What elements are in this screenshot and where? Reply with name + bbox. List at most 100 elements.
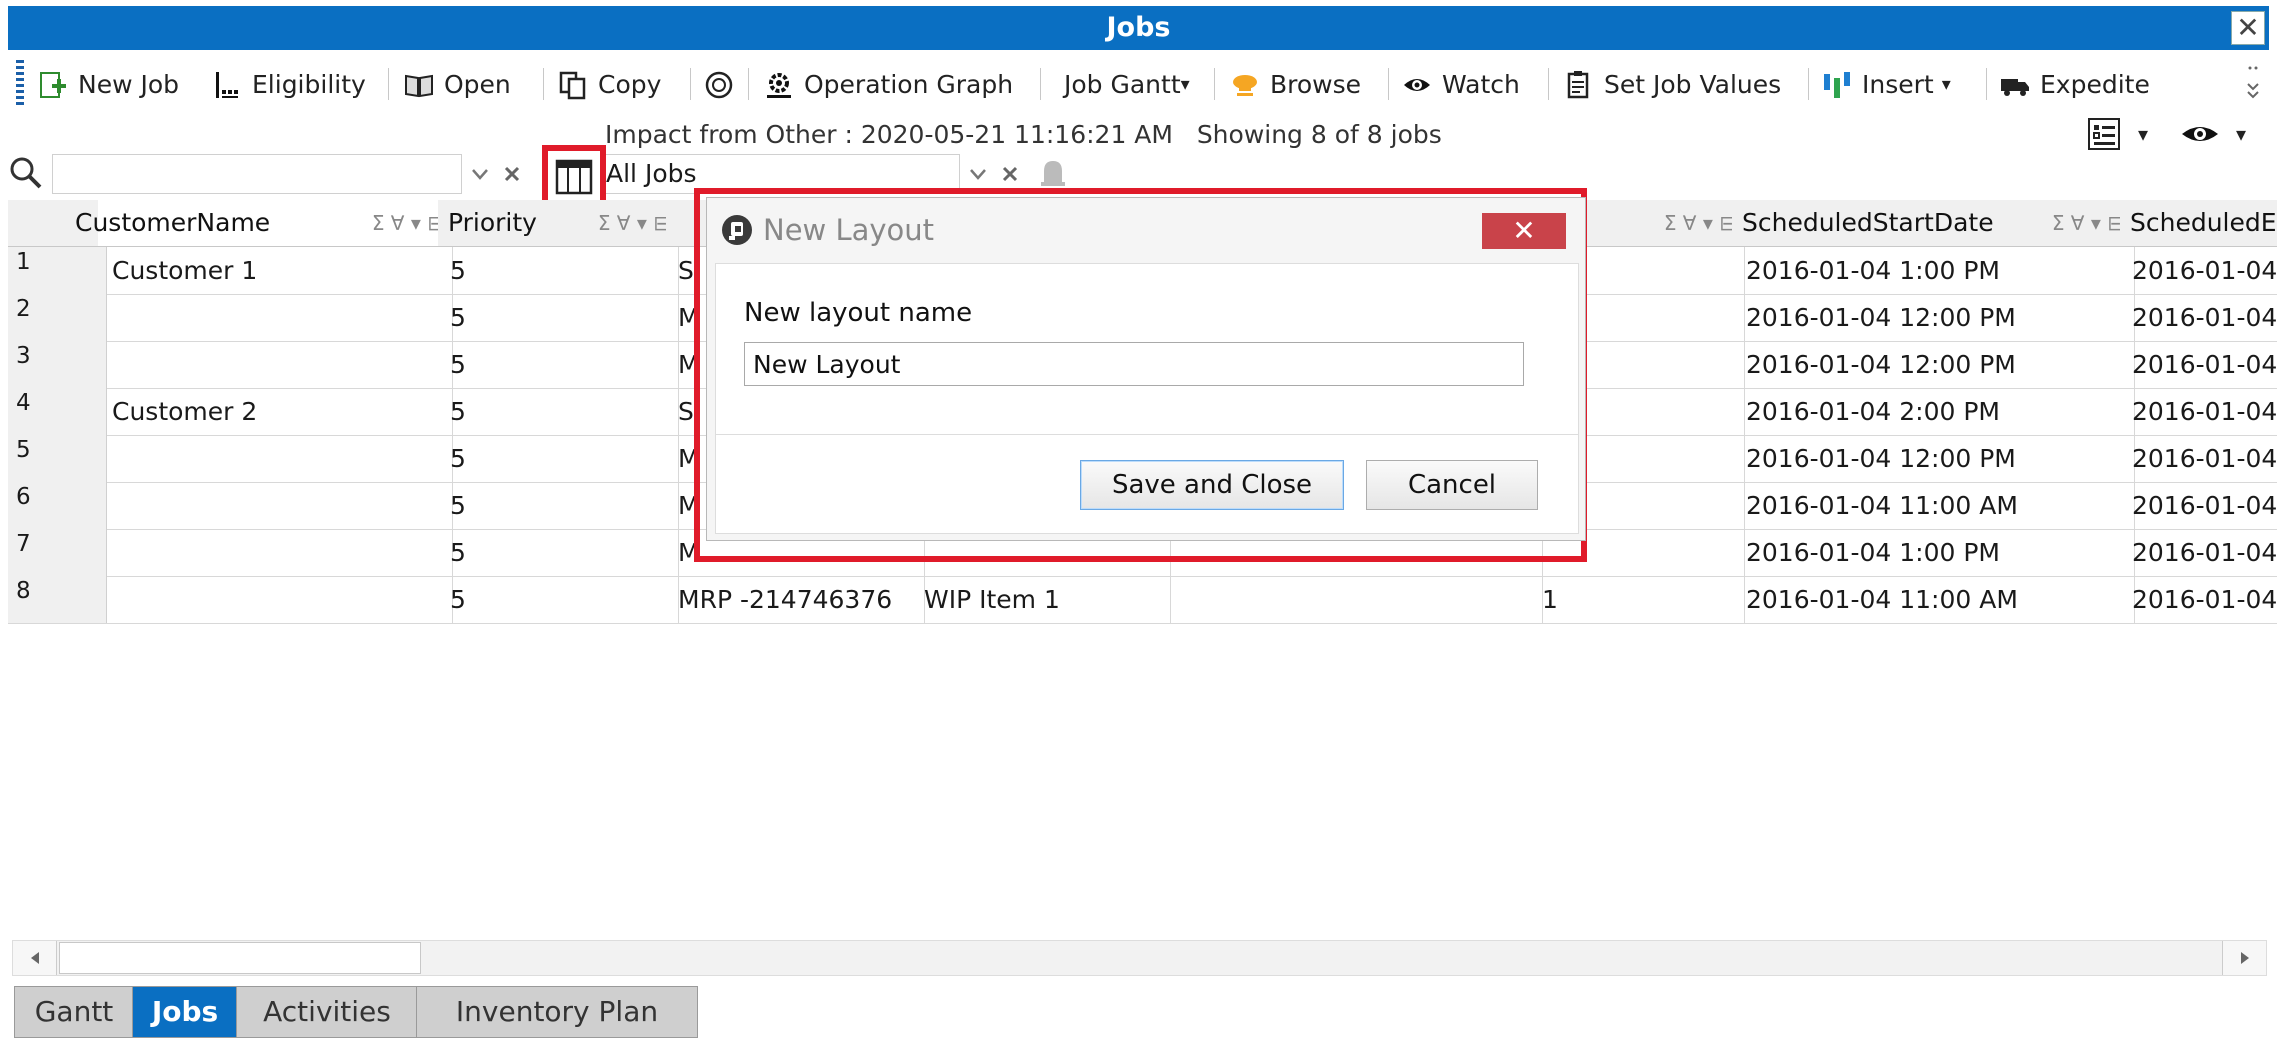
column-tools[interactable]: Σ ∀ ▾ ⊟ [1664, 200, 1736, 246]
table-cell-priority[interactable]: 5 [438, 388, 679, 436]
view-toggle-button[interactable] [2180, 118, 2220, 150]
row-number[interactable]: 3 [8, 341, 107, 389]
table-cell-end[interactable]: 2016-01-04 [2120, 247, 2277, 295]
eligibility-button[interactable]: Eligibility [212, 64, 366, 104]
list-settings-icon [2088, 118, 2120, 150]
bell-icon[interactable] [1038, 156, 1068, 192]
column-tools[interactable]: Σ ∀ ▾ ⊟ [598, 200, 670, 246]
table-cell-start[interactable]: 2016-01-04 1:00 PM [1732, 529, 2135, 577]
dialog-close-button[interactable]: ✕ [1482, 213, 1566, 249]
clear-search-button[interactable] [498, 156, 526, 192]
search-input[interactable] [52, 154, 462, 194]
table-cell-priority[interactable]: 5 [438, 341, 679, 389]
table-cell-customer[interactable]: Customer 2 [98, 388, 453, 436]
new-layout-dialog: New Layout ✕ New layout name Save and Cl… [706, 197, 1586, 541]
set-job-values-button[interactable]: Set Job Values [1564, 64, 1781, 104]
tab-activities[interactable]: Activities [236, 986, 418, 1038]
layout-grid-button[interactable] [553, 156, 595, 198]
clock-icon [705, 71, 733, 99]
scroll-thumb[interactable] [59, 942, 421, 974]
table-cell-priority[interactable]: 5 [438, 294, 679, 342]
table-cell-end[interactable]: 2016-01-04 [2120, 529, 2277, 577]
table-cell-start[interactable]: 2016-01-04 12:00 PM [1732, 341, 2135, 389]
table-cell-priority[interactable]: 5 [438, 435, 679, 483]
window-close-button[interactable]: ✕ [2231, 11, 2265, 45]
save-and-close-button[interactable]: Save and Close [1080, 460, 1344, 510]
row-number[interactable]: 4 [8, 388, 107, 436]
row-number[interactable]: 1 [8, 247, 107, 295]
layout-name-input[interactable] [744, 342, 1524, 386]
column-tools[interactable]: Σ ∀ ▾ ⊟ [2052, 200, 2124, 246]
operation-graph-button[interactable]: Operation Graph [764, 64, 1013, 104]
scroll-left-button[interactable] [13, 941, 57, 975]
row-number[interactable]: 2 [8, 294, 107, 342]
toolbar-separator [1388, 68, 1389, 100]
table-cell-customer[interactable] [98, 529, 453, 577]
expedite-button[interactable]: Expedite [2000, 64, 2150, 104]
job-gantt-button[interactable]: Job Gantt▾ [1064, 64, 1190, 104]
tab-jobs[interactable]: Jobs [132, 986, 238, 1038]
toolbar-grip[interactable] [16, 60, 24, 108]
table-cell-customer[interactable] [98, 482, 453, 530]
table-cell-end[interactable]: 2016-01-04 [2120, 435, 2277, 483]
horizontal-scrollbar[interactable] [12, 940, 2267, 976]
layout-dropdown-button[interactable] [964, 156, 992, 192]
table-cell-start[interactable]: 2016-01-04 11:00 AM [1732, 482, 2135, 530]
row-number[interactable]: 5 [8, 435, 107, 483]
row-number[interactable]: 7 [8, 529, 107, 577]
dialog-body: New layout name Save and Close Cancel [715, 263, 1579, 534]
table-cell-customer[interactable]: Customer 1 [98, 247, 453, 295]
table-cell-start[interactable]: 2016-01-04 12:00 PM [1732, 435, 2135, 483]
open-button[interactable]: Open [404, 64, 511, 104]
insert-button[interactable]: Insert ▾ [1822, 64, 1951, 104]
column-header-scheduledstartdate[interactable]: ScheduledStartDate Σ ∀ ▾ ⊟ [1732, 200, 2130, 247]
chevron-down-icon[interactable]: ▾ [2138, 116, 2148, 152]
toolbar-separator [1214, 68, 1215, 100]
table-cell-priority[interactable]: 5 [438, 529, 679, 577]
table-cell-customer[interactable] [98, 294, 453, 342]
table-cell-end[interactable]: 2016-01-04 [2120, 341, 2277, 389]
chevron-down-icon[interactable]: ▾ [2236, 116, 2246, 152]
table-layout-icon [555, 159, 593, 195]
layout-settings-button[interactable] [2086, 116, 2122, 152]
column-header-scheduledend[interactable]: ScheduledE [2120, 200, 2277, 247]
scroll-right-button[interactable] [2222, 941, 2266, 975]
tab-inventory-plan[interactable]: Inventory Plan [416, 986, 698, 1038]
tab-gantt[interactable]: Gantt [14, 986, 134, 1038]
table-cell-c3[interactable]: MRP -214746376 [666, 576, 925, 624]
table-cell-priority[interactable]: 5 [438, 576, 679, 624]
table-cell-c4[interactable]: WIP Item 1 [912, 576, 1171, 624]
browse-button[interactable]: Browse [1230, 64, 1361, 104]
table-cell-start[interactable]: 2016-01-04 1:00 PM [1732, 247, 2135, 295]
table-cell-c5[interactable] [1158, 576, 1543, 624]
table-cell-end[interactable]: 2016-01-04 [2120, 388, 2277, 436]
chevron-down-icon [970, 169, 986, 180]
table-cell-start[interactable]: 2016-01-04 12:00 PM [1732, 294, 2135, 342]
column-tools[interactable]: Σ ∀ ▾ ⊟ [372, 200, 444, 246]
table-cell-priority[interactable]: 5 [438, 247, 679, 295]
watch-button[interactable]: Watch [1402, 64, 1520, 104]
table-cell-start[interactable]: 2016-01-04 11:00 AM [1732, 576, 2135, 624]
table-cell-customer[interactable] [98, 341, 453, 389]
table-cell-end[interactable]: 2016-01-04 [2120, 294, 2277, 342]
row-number[interactable]: 6 [8, 482, 107, 530]
new-job-button[interactable]: New Job [38, 64, 179, 104]
history-button[interactable] [704, 64, 744, 104]
row-number[interactable]: 8 [8, 576, 107, 624]
table-cell-c6[interactable]: 1 [1530, 576, 1745, 624]
cancel-button[interactable]: Cancel [1366, 460, 1538, 510]
column-header-priority[interactable]: Priority Σ ∀ ▾ ⊟ [438, 200, 676, 247]
table-cell-end[interactable]: 2016-01-04 [2120, 576, 2277, 624]
clear-layout-button[interactable] [996, 156, 1024, 192]
copy-button[interactable]: Copy [558, 64, 661, 104]
search-dropdown-button[interactable] [466, 156, 494, 192]
table-cell-customer[interactable] [98, 576, 453, 624]
toolbar-separator [690, 68, 691, 100]
table-cell-customer[interactable] [98, 435, 453, 483]
table-cell-end[interactable]: 2016-01-04 [2120, 482, 2277, 530]
column-header-customername[interactable]: CustomerName Σ ∀ ▾ ⊟ [63, 200, 450, 247]
table-cell-start[interactable]: 2016-01-04 2:00 PM [1732, 388, 2135, 436]
toolbar-overflow-button[interactable] [2246, 62, 2260, 102]
table-cell-priority[interactable]: 5 [438, 482, 679, 530]
window-title: Jobs [1106, 12, 1171, 43]
